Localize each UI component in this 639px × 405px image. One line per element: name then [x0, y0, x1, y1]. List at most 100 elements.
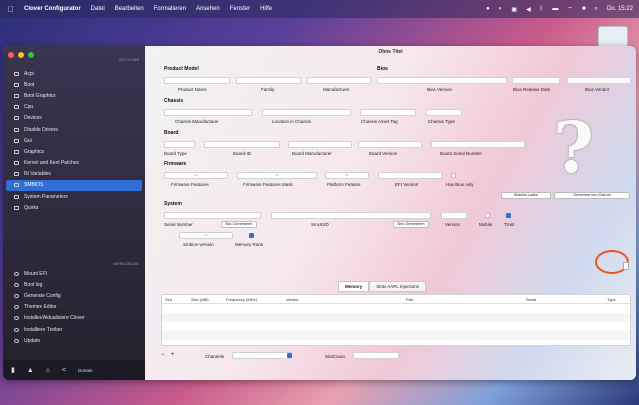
- column-header-size[interactable]: Size (MB): [191, 297, 209, 302]
- board-serial-number-field[interactable]: [431, 141, 525, 148]
- bios-release-date-field[interactable]: [512, 77, 560, 84]
- smuuid-field[interactable]: [271, 212, 431, 219]
- zoom-icon[interactable]: [28, 52, 34, 58]
- board-version-field[interactable]: [358, 141, 422, 148]
- flag-icon[interactable]: ■: [582, 6, 586, 12]
- sidebar-item-boot[interactable]: Boot: [6, 79, 142, 90]
- tool-generate-config[interactable]: Generate Config: [6, 290, 142, 301]
- sidebar-item-devices[interactable]: Devices: [6, 113, 142, 124]
- has-bios-only-checkbox[interactable]: [451, 173, 456, 178]
- generate-new-button[interactable]: Generiere neu Cstruct: [554, 192, 630, 199]
- table-row[interactable]: [162, 322, 630, 331]
- firmware-features-popup[interactable]: ▭: [164, 172, 228, 179]
- table-row[interactable]: [162, 304, 630, 313]
- sidebar-item-quirks[interactable]: Quirks: [6, 202, 142, 213]
- column-header-type[interactable]: Type: [607, 297, 616, 302]
- slotcount-label: SlotCount: [325, 354, 345, 359]
- column-header-part[interactable]: Part: [406, 297, 413, 302]
- table-row[interactable]: [162, 331, 630, 340]
- minimize-icon[interactable]: [18, 52, 24, 58]
- share-icon[interactable]: <: [62, 367, 66, 374]
- column-header-frequency[interactable]: Frequency (MHz): [226, 297, 257, 302]
- apple-icon[interactable]: : [8, 5, 14, 14]
- bluetooth-icon[interactable]: ᛒ: [540, 6, 544, 12]
- sidebar-item-kernel-kext-patches[interactable]: Kernel and Kext Patches: [6, 158, 142, 169]
- sidebar-item-cpu[interactable]: Cpu: [6, 102, 142, 113]
- tool-themes-editor[interactable]: Themes Editor: [6, 302, 142, 313]
- channels-popup[interactable]: [232, 352, 292, 359]
- home-icon[interactable]: ⌂: [46, 367, 50, 374]
- platform-feature-popup[interactable]: ▭: [325, 172, 369, 179]
- status-icon[interactable]: ◐: [499, 6, 503, 12]
- tool-update[interactable]: Update: [6, 335, 142, 346]
- donate-button[interactable]: Donate: [78, 368, 93, 373]
- grid-icon: [14, 82, 19, 87]
- tool-install-clover[interactable]: Installer/Aktualisiere Clover: [6, 313, 142, 324]
- firmware-features-mask-popup[interactable]: ▭: [237, 172, 317, 179]
- location-in-chassis-field[interactable]: [262, 109, 351, 116]
- menu-item[interactable]: Formatieren: [154, 6, 186, 12]
- menu-clock[interactable]: Do. 15:22: [607, 6, 633, 12]
- manufacturer-field[interactable]: [307, 77, 371, 84]
- sidebar-item-disable-drivers[interactable]: Disable Drivers: [6, 124, 142, 135]
- sidebar-item-graphics[interactable]: Graphics: [6, 146, 142, 157]
- board-id-field[interactable]: [204, 141, 280, 148]
- memory-table[interactable]: Slot Size (MB) Frequency (MHz) Vendor Pa…: [161, 294, 631, 346]
- generate-serial-button[interactable]: Neu Generieren: [221, 221, 257, 228]
- add-row-button[interactable]: +: [171, 352, 175, 358]
- sidebar-item-rt-variables[interactable]: Rt Variables: [6, 169, 142, 180]
- table-row[interactable]: [162, 313, 630, 322]
- menu-item[interactable]: Ansehen: [196, 6, 220, 12]
- remove-row-button[interactable]: −: [161, 352, 165, 358]
- chassis-manufacturer-field[interactable]: [164, 109, 252, 116]
- menu-item[interactable]: Datei: [91, 6, 105, 12]
- trust-checkbox[interactable]: [506, 213, 511, 218]
- status-icon[interactable]: ▣: [511, 6, 517, 13]
- board-manufacturer-field[interactable]: [288, 141, 352, 148]
- product-name-field[interactable]: [164, 77, 230, 84]
- system-version-field[interactable]: [441, 212, 467, 219]
- efi-version-field[interactable]: [378, 172, 442, 179]
- close-icon[interactable]: [8, 52, 14, 58]
- column-header-serial[interactable]: Serial: [526, 297, 536, 302]
- sidebar-item-smbios[interactable]: SMBIOS: [6, 179, 142, 192]
- smbios-version-popup[interactable]: ▭: [179, 232, 233, 239]
- family-field[interactable]: [236, 77, 301, 84]
- column-header-slot[interactable]: Slot: [165, 297, 172, 302]
- sidebar-item-boot-graphics[interactable]: Boot Graphics: [6, 90, 142, 101]
- search-icon[interactable]: ⌕: [595, 6, 598, 13]
- battery-icon[interactable]: ▬: [552, 6, 558, 12]
- slotcount-stepper[interactable]: [353, 352, 399, 359]
- mobile-checkbox[interactable]: [485, 213, 490, 218]
- desktop-drive-icon[interactable]: [598, 26, 628, 48]
- bios-version-field[interactable]: [377, 77, 507, 84]
- tool-install-drivers[interactable]: Installiere Treiber: [6, 324, 142, 335]
- volume-icon[interactable]: ◀: [526, 6, 531, 13]
- menu-app-name[interactable]: Clover Configurator: [24, 6, 81, 12]
- board-type-field[interactable]: [164, 141, 195, 148]
- menu-item[interactable]: Fenster: [230, 6, 250, 12]
- menu-item[interactable]: Bearbeiten: [115, 6, 144, 12]
- wifi-icon[interactable]: ⌔: [567, 5, 573, 13]
- smbios-loader-button[interactable]: Smbios Laden: [501, 192, 551, 199]
- tab-slots-aapl-injections[interactable]: Slots AAPL Injections: [369, 281, 426, 292]
- menu-item[interactable]: Hilfe: [260, 6, 272, 12]
- chassis-asset-tag-field[interactable]: [360, 109, 416, 116]
- info-button[interactable]: [623, 262, 629, 270]
- tool-boot-log[interactable]: Boot log: [6, 279, 142, 290]
- status-icon[interactable]: ●: [486, 6, 490, 12]
- sidebar-item-gui[interactable]: Gui: [6, 135, 142, 146]
- chassis-type-field[interactable]: [426, 109, 462, 116]
- sidebar-item-acpi[interactable]: Acpi: [6, 68, 142, 79]
- memory-rank-stepper[interactable]: [249, 233, 254, 238]
- tool-mount-efi[interactable]: Mount EFI: [6, 268, 142, 279]
- save-icon[interactable]: ▮: [11, 366, 15, 374]
- generate-smuuid-button[interactable]: Neu Generieren: [393, 221, 429, 228]
- column-header-vendor[interactable]: Vendor: [286, 297, 299, 302]
- chevron-down-icon[interactable]: [287, 353, 292, 358]
- serial-number-field[interactable]: [164, 212, 261, 219]
- open-icon[interactable]: ▲: [27, 367, 34, 374]
- bios-vendor-field[interactable]: [567, 77, 631, 84]
- tab-memory[interactable]: Memory: [338, 281, 370, 292]
- sidebar-item-system-parameters[interactable]: System Parameters: [6, 191, 142, 202]
